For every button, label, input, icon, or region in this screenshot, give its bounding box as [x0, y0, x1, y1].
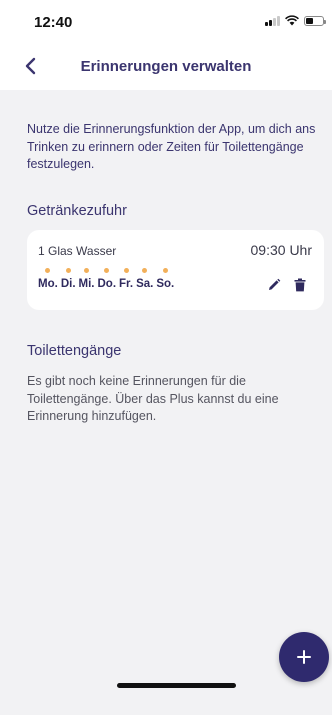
- reminder-time: 09:30 Uhr: [250, 242, 312, 258]
- empty-state-text: Es gibt noch keine Erinnerungen für die …: [27, 374, 279, 423]
- page-title: Erinnerungen verwalten: [80, 58, 252, 75]
- pencil-icon: [269, 278, 281, 290]
- day-friday: Fr.: [119, 268, 133, 290]
- section-title-toilet: Toilettengänge: [27, 343, 122, 359]
- reminder-days: Mo. Di. Mi. Do. Fr. Sa. So.: [38, 268, 177, 290]
- reminder-card[interactable]: 1 Glas Wasser 09:30 Uhr Mo. Di. Mi. Do. …: [27, 230, 324, 310]
- reminder-name: 1 Glas Wasser: [38, 244, 117, 258]
- trash-icon: [294, 278, 306, 292]
- signal-icon: [265, 15, 280, 26]
- day-active-dot: [65, 268, 71, 273]
- home-indicator: [117, 683, 236, 688]
- day-saturday: Sa.: [136, 268, 153, 290]
- intro-text: Nutze die Erinnerungsfunktion der App, u…: [27, 122, 316, 171]
- battery-icon: [304, 15, 326, 26]
- section-title-drinks: Getränkezufuhr: [27, 203, 127, 219]
- day-active-dot: [104, 268, 110, 273]
- day-tuesday: Di.: [61, 268, 76, 290]
- delete-reminder-button[interactable]: [290, 275, 310, 295]
- day-active-dot: [142, 268, 148, 273]
- day-thursday: Do.: [98, 268, 116, 290]
- status-time: 12:40: [34, 14, 73, 31]
- day-sunday: So.: [156, 268, 174, 290]
- wifi-icon: [285, 15, 299, 26]
- add-reminder-button[interactable]: [279, 632, 329, 682]
- day-wednesday: Mi.: [79, 268, 95, 290]
- edit-reminder-button[interactable]: [264, 275, 284, 295]
- day-active-dot: [123, 268, 129, 273]
- status-icons: [265, 15, 326, 26]
- plus-icon: [297, 650, 311, 664]
- day-monday: Mo.: [38, 268, 58, 290]
- day-active-dot: [84, 268, 89, 273]
- day-active-dot: [162, 268, 168, 273]
- main-content: Nutze die Erinnerungsfunktion der App, u…: [0, 90, 332, 715]
- day-active-dot: [45, 268, 51, 273]
- status-bar: 12:40: [0, 0, 332, 44]
- nav-bar: Erinnerungen verwalten: [0, 44, 332, 90]
